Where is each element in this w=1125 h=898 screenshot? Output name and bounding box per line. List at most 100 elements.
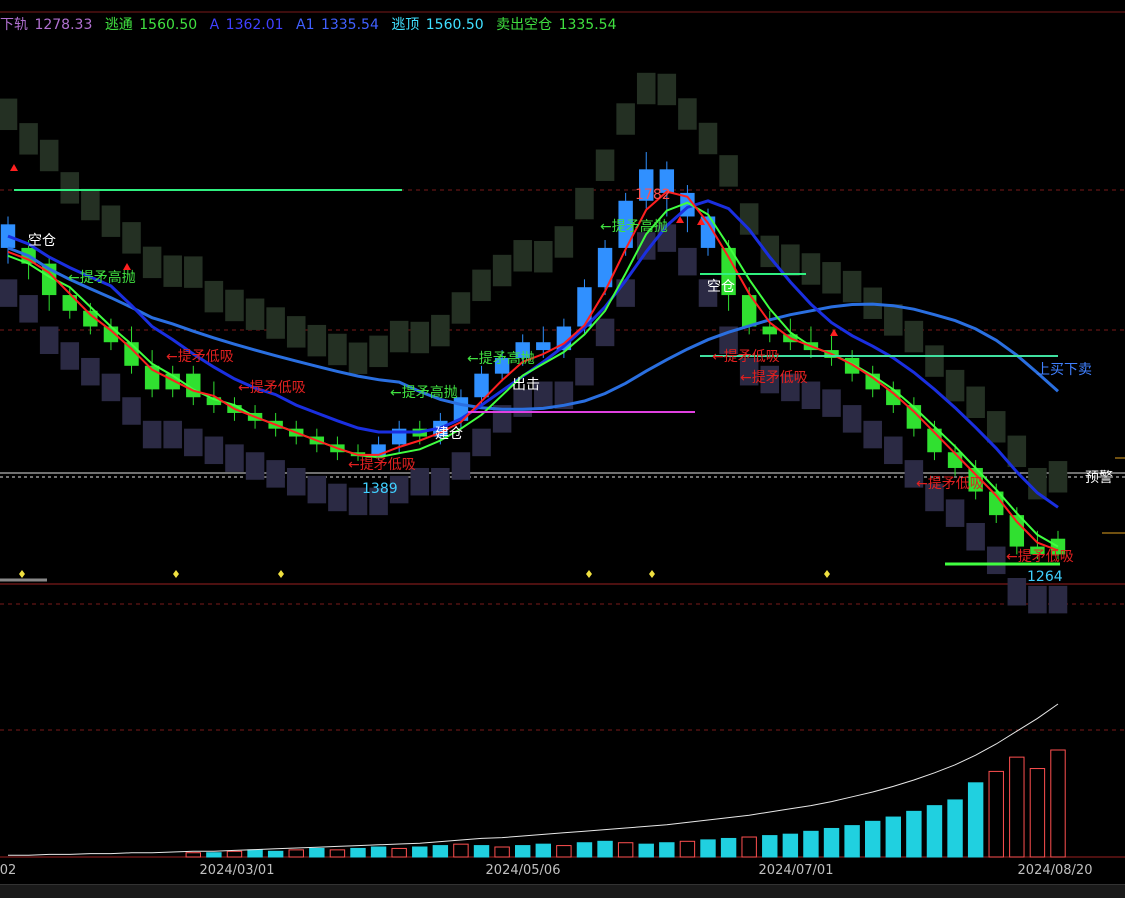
cloud-segment: [554, 226, 574, 258]
cloud-segment: [245, 452, 265, 480]
volume-bar: [412, 846, 428, 858]
x-axis: 02 2024/03/01 2024/05/06 2024/07/01 2024…: [0, 858, 1125, 884]
moving-average-lines: [7, 190, 1059, 552]
cloud-segment: [822, 262, 841, 294]
cloud-segment: [884, 304, 903, 336]
cloud-layer: [0, 72, 1068, 614]
volume-bar: [617, 842, 634, 858]
cloud-segment: [204, 436, 224, 465]
low-absorb-label-6: ←提矛低吸: [916, 476, 984, 492]
cloud-segment: [760, 235, 780, 268]
cloud-segment: [513, 240, 532, 272]
cloud-segment: [39, 326, 59, 355]
cloud-segment: [1048, 585, 1068, 614]
volume-bar: [535, 843, 552, 858]
volume-bar: [350, 847, 366, 858]
cloud-segment: [678, 98, 697, 130]
volume-bar: [741, 836, 757, 858]
cloud-segment: [822, 389, 841, 417]
cloud-segment: [636, 72, 656, 105]
cloud-segment: [945, 369, 965, 402]
x-tick-label: 2024/05/06: [485, 863, 561, 878]
volume-bar: [206, 852, 222, 858]
volume-bar: [659, 842, 675, 858]
low-absorb-label-7: ←提矛低吸: [1006, 549, 1074, 565]
cloud-segment: [945, 499, 965, 527]
volume-bar: [967, 782, 984, 858]
low-absorb-label-1: ←提矛低吸: [166, 349, 234, 365]
cloud-segment: [348, 342, 368, 374]
volume-bar: [720, 837, 737, 858]
volume-bar: [1050, 749, 1066, 858]
cloud-segment: [225, 289, 244, 322]
cloud-segment: [719, 155, 738, 187]
cloud-segment: [986, 546, 1006, 575]
diamond-marker: [586, 570, 592, 578]
cloud-segment: [925, 345, 944, 377]
cloud-segment: [184, 428, 203, 457]
volume-bar: [762, 835, 778, 858]
x-tick-label: 2024/08/20: [1017, 863, 1093, 878]
cloud-segment: [184, 256, 203, 288]
volume-bar: [597, 840, 613, 858]
build-label: 建仓: [435, 426, 463, 442]
top-throw-label-2: ←提矛高抛: [390, 384, 458, 401]
out-label: 出击: [512, 377, 540, 393]
volume-bar: [494, 846, 510, 858]
cloud-segment: [122, 397, 141, 425]
cloud-segment: [451, 292, 471, 324]
cloud-segment: [245, 298, 265, 330]
cloud-segment: [678, 247, 697, 276]
cloud-segment: [595, 149, 615, 181]
cloud-segment: [966, 386, 985, 418]
cloud-segment: [472, 269, 491, 302]
price-candle: [62, 295, 77, 311]
low-value-label-1: 1389: [362, 481, 398, 497]
volume-bar: [947, 799, 963, 858]
cloud-segment: [472, 428, 491, 457]
price-candle: [474, 373, 489, 398]
cloud-segment: [1048, 461, 1068, 493]
cloud-segment: [966, 522, 985, 551]
cloud-segment: [801, 253, 821, 285]
cloud-segment: [204, 280, 224, 313]
x-tick-label: 02: [0, 863, 17, 878]
cloud-segment: [81, 357, 100, 386]
volume-bar: [226, 850, 243, 858]
price-candle: [536, 342, 551, 351]
low-value-label-2: 1264: [1027, 569, 1063, 585]
low-absorb-label-3: ←提矛低吸: [348, 457, 416, 473]
top-throw-label-1: ←提矛高抛: [68, 269, 136, 286]
low-absorb-label-4: ←提矛低吸: [712, 349, 780, 365]
top-throw-label-3: ←提矛高抛: [467, 350, 535, 367]
cloud-segment: [595, 318, 615, 347]
warning-label: 预警: [1085, 470, 1113, 486]
cloud-segment: [534, 240, 553, 273]
volume-bar: [329, 849, 346, 858]
short-label-2: 空仓: [707, 279, 735, 295]
volume-bar: [823, 827, 840, 858]
volume-bar: [288, 849, 304, 858]
high-value-label: 1782: [635, 187, 671, 203]
price-volume-chart[interactable]: 1782 1389 1264 预警 上买下卖 空仓 空仓 建仓 出击 ←提矛高抛…: [0, 0, 1125, 858]
cloud-segment: [1007, 578, 1027, 606]
volume-bar: [267, 850, 284, 858]
volume-bar: [700, 839, 716, 858]
cloud-segment: [1028, 585, 1047, 614]
cloud-segment: [0, 279, 18, 307]
cloud-segment: [781, 244, 800, 276]
cloud-segment: [657, 73, 677, 106]
cloud-segment: [142, 246, 162, 279]
volume-bar: [1029, 768, 1046, 858]
horizontal-scrollbar[interactable]: [0, 884, 1125, 898]
cloud-segment: [884, 436, 903, 465]
cloud-segment: [410, 321, 430, 354]
triangle-marker: [123, 263, 131, 270]
diamond-marker: [824, 570, 830, 578]
cloud-segment: [81, 188, 100, 221]
cloud-segment: [122, 222, 141, 254]
cloud-segment: [575, 357, 594, 386]
x-tick-label: 2024/03/01: [199, 863, 275, 878]
x-tick-label: 2024/07/01: [758, 863, 834, 878]
cloud-segment: [163, 420, 182, 449]
